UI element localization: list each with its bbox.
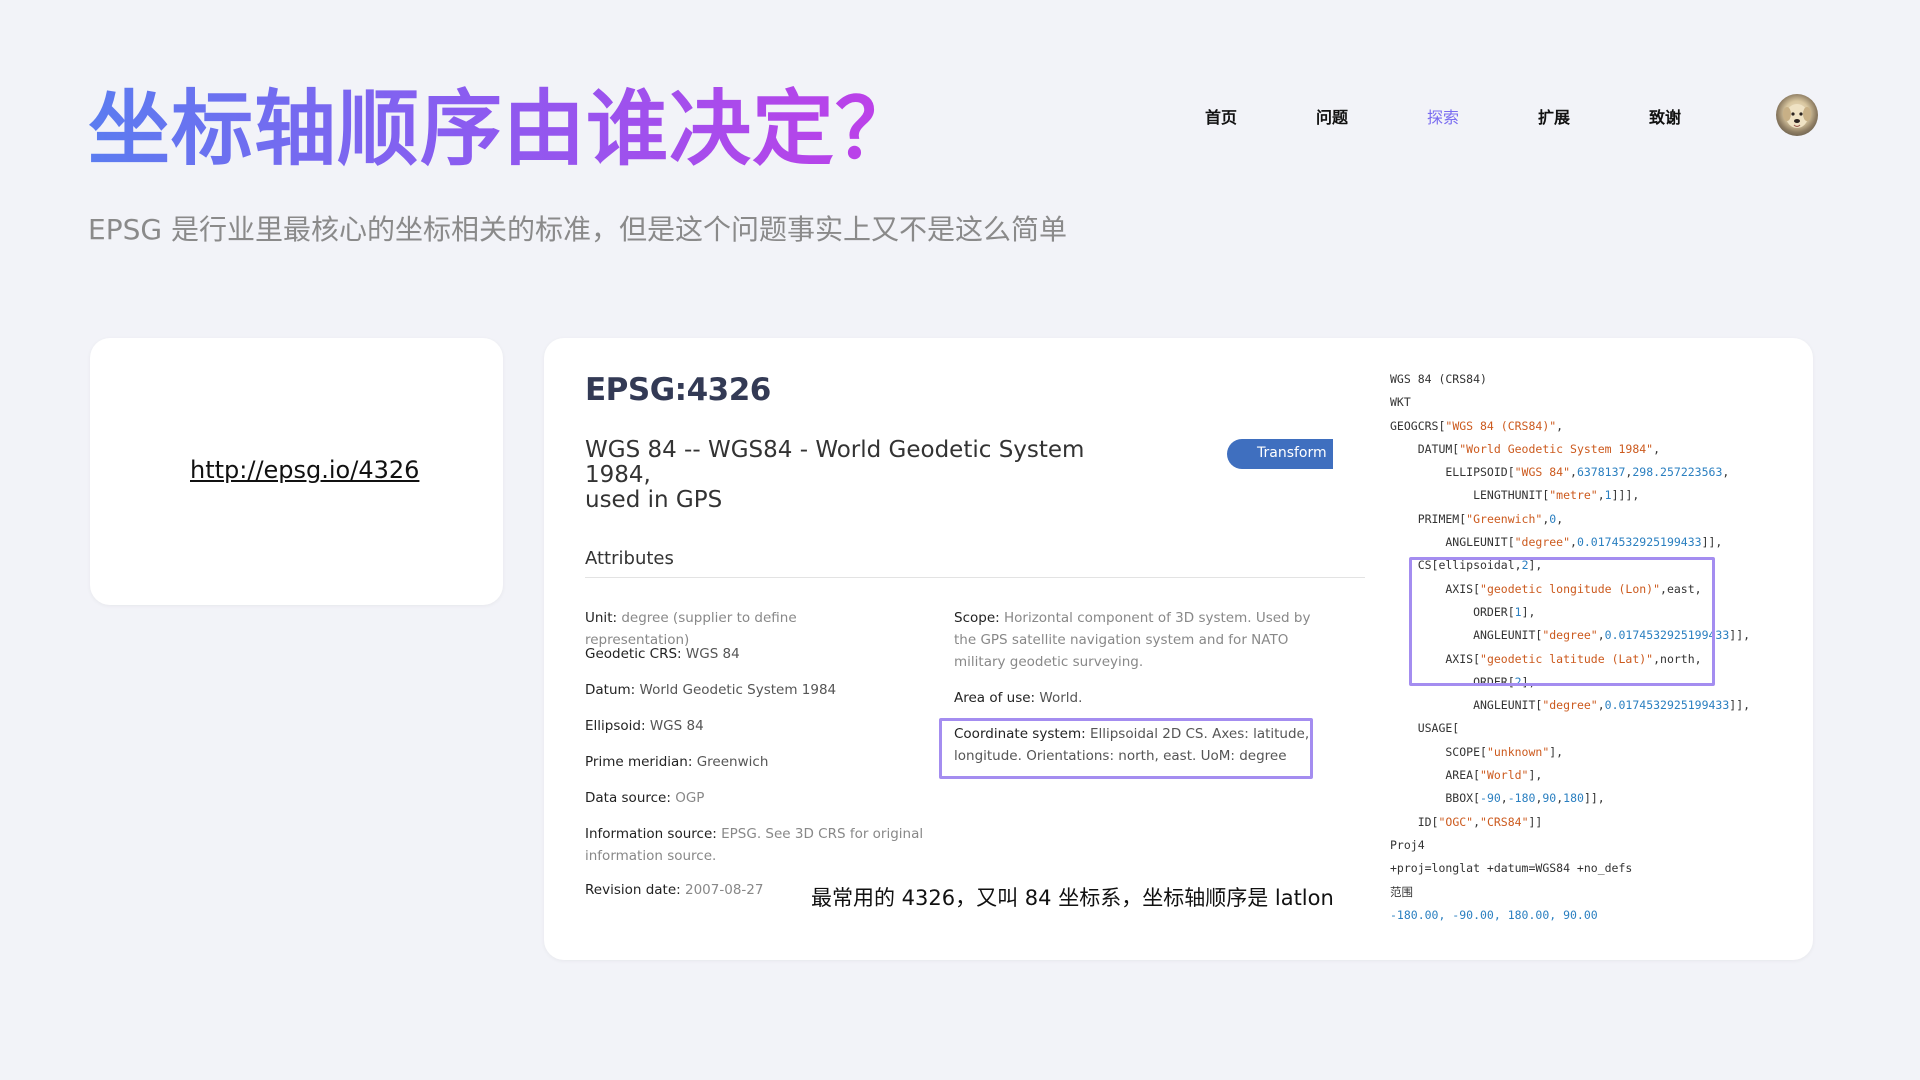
attr-label: Scope: [954, 610, 1000, 626]
attr-value: WGS 84 [685, 646, 740, 662]
page-subtitle: EPSG 是行业里最核心的坐标相关的标准，但是这个问题事实上又不是这么简单 [88, 213, 1067, 246]
attr-information-source: Information source: EPSG. See 3D CRS for… [585, 823, 925, 867]
wkt-line: BBOX[-90,-180,90,180]], [1390, 791, 1605, 806]
attr-data-source: Data source: OGP [585, 787, 905, 809]
attr-label: Revision date: [585, 882, 681, 898]
attr-label: Ellipsoid: [585, 718, 646, 734]
attr-label: Data source: [585, 790, 671, 806]
wkt-line: AREA["World"], [1390, 768, 1543, 783]
attr-label: Area of use: [954, 690, 1036, 706]
nav-item-explore[interactable]: 探索 [1427, 104, 1538, 128]
attr-value: Greenwich [696, 754, 769, 770]
nav-item-home[interactable]: 首页 [1205, 104, 1316, 128]
wkt-line: +proj=longlat +datum=WGS84 +no_defs [1390, 861, 1633, 876]
top-nav: 首页 问题 探索 扩展 致谢 [1205, 104, 1760, 128]
attr-value: World. [1039, 690, 1083, 706]
attr-value: World Geodetic System 1984 [639, 682, 837, 698]
nav-item-extend[interactable]: 扩展 [1538, 104, 1649, 128]
attr-label: Prime meridian: [585, 754, 693, 770]
crs-name-line-2: used in GPS [585, 487, 723, 513]
attr-geodetic-crs: Geodetic CRS: WGS 84 [585, 643, 905, 665]
attr-datum: Datum: World Geodetic System 1984 [585, 679, 905, 701]
wkt-line: ELLIPSOID["WGS 84",6378137,298.257223563… [1390, 465, 1730, 480]
attr-label: Geodetic CRS: [585, 646, 682, 662]
attr-prime-meridian: Prime meridian: Greenwich [585, 751, 905, 773]
wkt-line: GEOGCRS["WGS 84 (CRS84)", [1390, 418, 1564, 433]
nav-item-questions[interactable]: 问题 [1316, 104, 1427, 128]
wkt-line: -180.00, -90.00, 180.00, 90.00 [1390, 907, 1598, 922]
attributes-heading: Attributes [585, 548, 674, 569]
wkt-line: PRIMEM["Greenwich",0, [1390, 511, 1564, 526]
link-card: http://epsg.io/4326 [90, 338, 503, 605]
wkt-line: DATUM["World Geodetic System 1984", [1390, 441, 1661, 456]
wkt-line: ID["OGC","CRS84"]] [1390, 814, 1543, 829]
wkt-line: ANGLEUNIT["degree",0.0174532925199433]], [1390, 535, 1723, 550]
wkt-line: ANGLEUNIT["degree",0.0174532925199433]], [1390, 698, 1751, 713]
coordinate-system-highlight [939, 718, 1313, 779]
attributes-divider [585, 577, 1365, 578]
attr-scope: Scope: Horizontal component of 3D system… [954, 607, 1334, 673]
dog-avatar-icon [1783, 104, 1811, 128]
nav-item-thanks[interactable]: 致谢 [1649, 104, 1760, 128]
wkt-line: LENGTHUNIT["metre",1]]], [1390, 488, 1640, 503]
epsg-link[interactable]: http://epsg.io/4326 [190, 456, 419, 484]
crs-name-line-1: WGS 84 -- WGS84 - World Geodetic System … [585, 437, 1085, 488]
attr-value: Horizontal component of 3D system. Used … [954, 610, 1311, 670]
attr-label: Datum: [585, 682, 636, 698]
wkt-line: 范围 [1390, 884, 1413, 899]
wkt-line: WGS 84 (CRS84) [1390, 372, 1487, 386]
attr-label: Unit: [585, 610, 618, 626]
wkt-line: Proj4 [1390, 837, 1425, 852]
attr-ellipsoid: Ellipsoid: WGS 84 [585, 715, 905, 737]
transform-button[interactable]: Transform [1227, 439, 1333, 469]
epsg-code-heading: EPSG:4326 [585, 372, 771, 408]
avatar[interactable] [1776, 94, 1818, 136]
attr-area-of-use: Area of use: World. [954, 687, 1334, 709]
wkt-line: WKT [1390, 395, 1411, 410]
attr-value: WGS 84 [649, 718, 704, 734]
attr-label: Information source: [585, 826, 717, 842]
page-title: 坐标轴顺序由谁决定？ [88, 62, 918, 181]
crs-name: WGS 84 -- WGS84 - World Geodetic System … [585, 438, 1145, 513]
cs-axis-highlight [1409, 557, 1715, 686]
annotation-note: 最常用的 4326，又叫 84 坐标系，坐标轴顺序是 latlon [811, 886, 1334, 910]
wkt-line: SCOPE["unknown"], [1390, 744, 1564, 759]
wkt-line: USAGE[ [1390, 721, 1460, 736]
attr-value: 2007-08-27 [685, 882, 764, 898]
epsg-card: EPSG:4326 WGS 84 -- WGS84 - World Geodet… [544, 338, 1813, 960]
attr-value: OGP [675, 790, 705, 806]
